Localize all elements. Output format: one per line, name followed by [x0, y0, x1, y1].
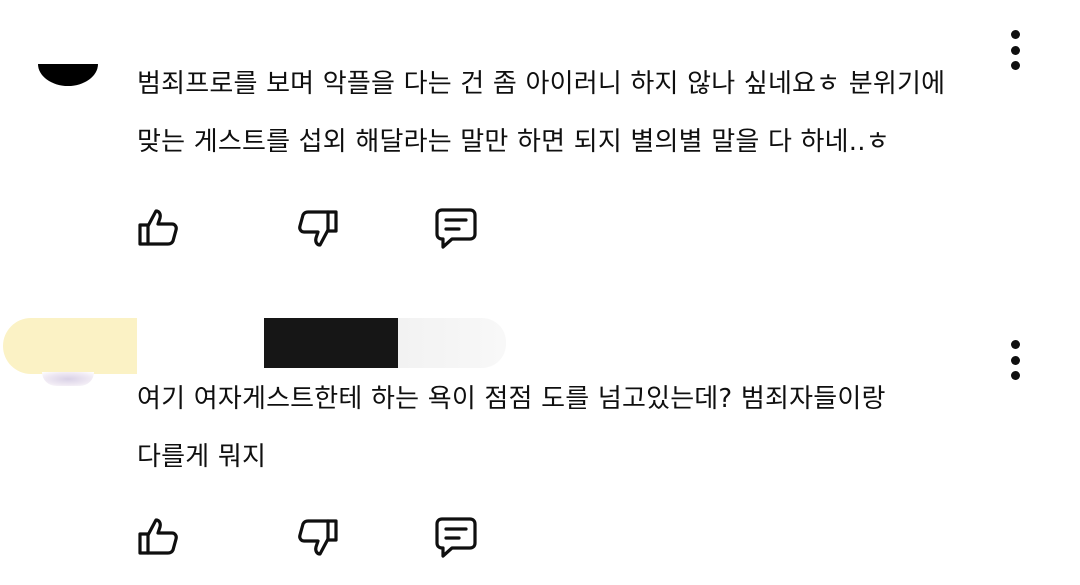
dislike-button[interactable]: [293, 512, 343, 562]
reply-icon: [435, 208, 477, 249]
avatar-image: [42, 372, 94, 386]
reply-icon: [435, 517, 477, 558]
thumb-up-icon: [138, 518, 178, 555]
dislike-button[interactable]: [293, 203, 343, 253]
comment-text-line: 범죄프로를 보며 악플을 다는 건 좀 아이러니 하지 않나 싶네요ㅎ 분위기에: [137, 69, 946, 99]
like-button[interactable]: [133, 512, 183, 562]
like-button[interactable]: [133, 203, 183, 253]
comment-text-line: 맞는 게스트를 섭외 해달라는 말만 하면 되지 별의별 말을 다 하네..ㅎ: [137, 127, 890, 157]
thumb-down-icon: [298, 210, 338, 247]
thumb-up-icon: [138, 209, 178, 246]
redacted-username: [264, 318, 402, 368]
reply-button[interactable]: [431, 512, 481, 562]
thumb-down-icon: [298, 519, 338, 556]
avatar[interactable]: [38, 64, 98, 86]
comment-text-line: 여기 여자게스트한테 하는 욕이 점점 도를 넘고있는데? 범죄자들이랑: [137, 384, 886, 414]
comment-text: 범죄프로를 보며 악플을 다는 건 좀 아이러니 하지 않나 싶네요ㅎ 분위기에…: [137, 55, 1017, 171]
comment-text: 여기 여자게스트한테 하는 욕이 점점 도를 넘고있는데? 범죄자들이랑 다를게…: [137, 370, 1017, 486]
avatar[interactable]: [3, 318, 137, 374]
redacted-username-faded: [398, 318, 506, 368]
reply-button[interactable]: [431, 203, 481, 253]
comment-text-line: 다를게 뭐지: [137, 442, 267, 472]
